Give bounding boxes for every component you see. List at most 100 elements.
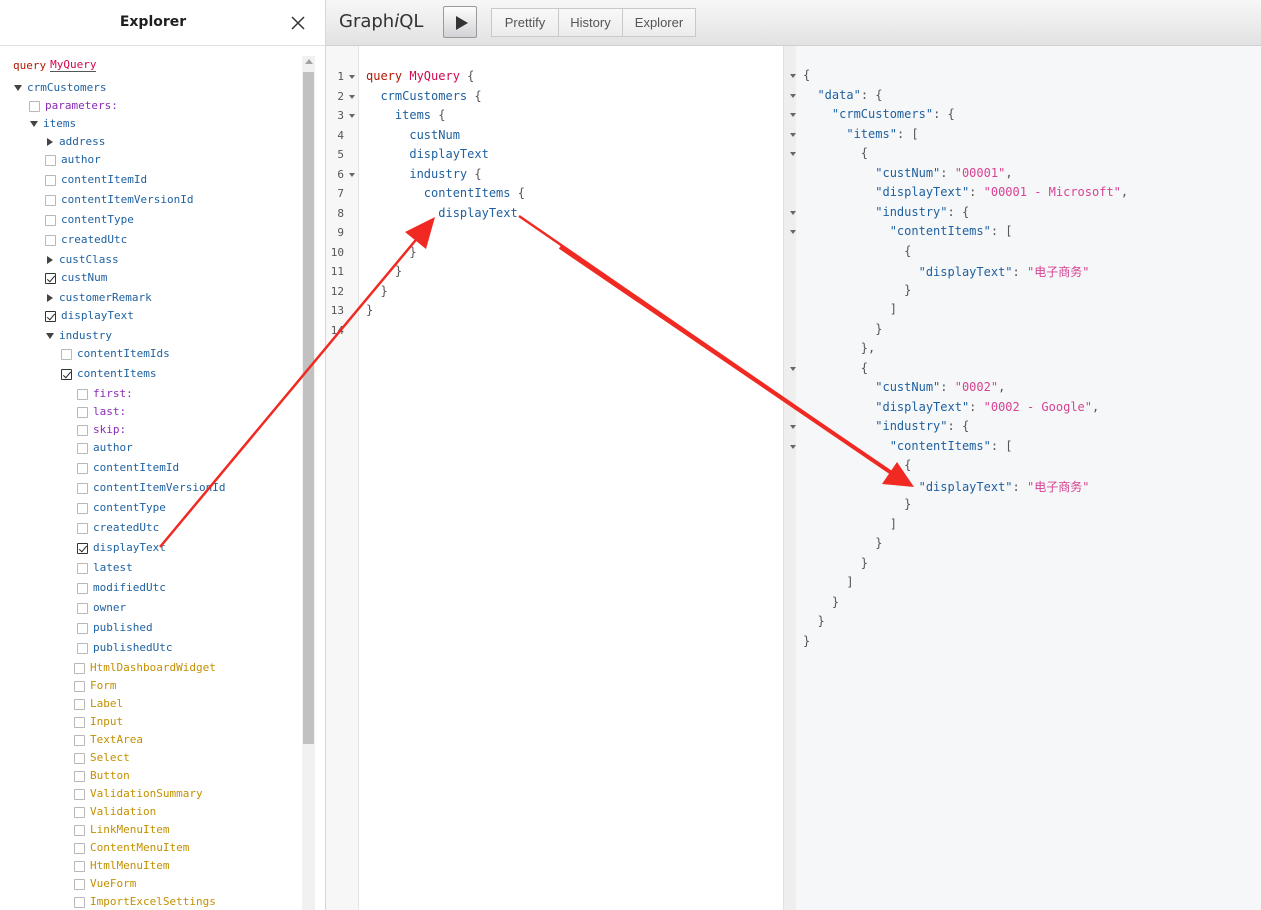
tree-item-input[interactable]: Input <box>74 713 123 731</box>
checkbox[interactable] <box>74 770 85 782</box>
tree-item-validation[interactable]: Validation <box>74 803 156 821</box>
history-button[interactable]: History <box>558 8 623 37</box>
explorer-button[interactable]: Explorer <box>622 8 696 37</box>
query-name-input[interactable]: MyQuery <box>50 58 97 72</box>
checkbox[interactable] <box>74 842 85 854</box>
code-line[interactable]: custNum <box>366 128 460 142</box>
result-viewer[interactable]: { "data": { "crmCustomers": { "items": [… <box>784 46 1261 910</box>
expand-arrow-icon[interactable] <box>45 293 55 303</box>
tree-item-crmcustomers[interactable]: crmCustomers <box>13 79 106 97</box>
checkbox[interactable] <box>77 406 88 418</box>
checkbox[interactable] <box>74 806 85 818</box>
tree-item-last[interactable]: last: <box>77 403 126 421</box>
collapse-arrow-icon[interactable] <box>13 83 23 93</box>
execute-query-button[interactable] <box>443 6 477 38</box>
expand-arrow-icon[interactable] <box>45 137 55 147</box>
code-line[interactable]: displayText <box>366 147 488 161</box>
scroll-up-arrow-icon[interactable] <box>305 59 313 64</box>
fold-arrow-icon[interactable] <box>790 366 796 371</box>
code-line[interactable]: } <box>366 303 373 317</box>
tree-item-contentitemversionid[interactable]: contentItemVersionId <box>77 479 225 497</box>
tree-item-htmldashboardwidget[interactable]: HtmlDashboardWidget <box>74 659 216 677</box>
tree-item-textarea[interactable]: TextArea <box>74 731 143 749</box>
tree-item-vueform[interactable]: VueForm <box>74 875 136 893</box>
tree-item-select[interactable]: Select <box>74 749 130 767</box>
fold-arrow-icon[interactable] <box>790 93 796 98</box>
checkbox[interactable] <box>74 698 85 710</box>
tree-item-displaytext[interactable]: displayText <box>45 307 134 325</box>
checkbox[interactable] <box>74 662 85 674</box>
tree-item-button[interactable]: Button <box>74 767 130 785</box>
checkbox[interactable] <box>77 522 88 534</box>
tree-item-importexcelsettings[interactable]: ImportExcelSettings <box>74 893 216 910</box>
tree-item-contenttype[interactable]: contentType <box>45 211 134 229</box>
tree-item-createdutc[interactable]: createdUtc <box>45 231 127 249</box>
query-editor[interactable]: 1 2 3 4 5 6 7 8 9 10 11 12 13 14 query MyQuery { crmC… <box>326 46 784 910</box>
checkbox[interactable] <box>74 680 85 692</box>
checkbox[interactable] <box>77 602 88 614</box>
checkbox[interactable] <box>45 174 56 186</box>
checkbox[interactable] <box>74 860 85 872</box>
checkbox[interactable] <box>77 388 88 400</box>
checkbox[interactable] <box>77 562 88 574</box>
tree-item-published[interactable]: published <box>77 619 153 637</box>
checkbox[interactable] <box>77 442 88 454</box>
checkbox[interactable] <box>77 482 88 494</box>
tree-item-contentmenuitem[interactable]: ContentMenuItem <box>74 839 189 857</box>
tree-item-skip[interactable]: skip: <box>77 421 126 439</box>
tree-item-contenttype[interactable]: contentType <box>77 499 166 517</box>
tree-item-items[interactable]: items <box>29 115 76 133</box>
checkbox[interactable] <box>45 234 56 246</box>
fold-arrow-icon[interactable] <box>349 75 355 79</box>
tree-item-customerremark[interactable]: customerRemark <box>45 289 152 307</box>
tree-item-publishedutc[interactable]: publishedUtc <box>77 639 172 657</box>
tree-item-validationsummary[interactable]: ValidationSummary <box>74 785 203 803</box>
tree-item-modifiedutc[interactable]: modifiedUtc <box>77 579 166 597</box>
checkbox[interactable] <box>45 310 56 322</box>
checkbox[interactable] <box>77 582 88 594</box>
prettify-button[interactable]: Prettify <box>491 8 559 37</box>
code-line[interactable]: } <box>366 264 402 278</box>
fold-arrow-icon[interactable] <box>349 94 355 99</box>
code-line[interactable]: query MyQuery { <box>366 69 474 83</box>
checkbox[interactable] <box>77 542 88 554</box>
checkbox[interactable] <box>77 502 88 514</box>
fold-arrow-icon[interactable] <box>790 113 796 117</box>
code-line[interactable]: crmCustomers { <box>366 89 481 103</box>
fold-arrow-icon[interactable] <box>790 152 796 156</box>
tree-item-contentitemid[interactable]: contentItemId <box>77 459 179 477</box>
checkbox[interactable] <box>74 896 85 908</box>
tree-item-label[interactable]: Label <box>74 695 123 713</box>
expand-arrow-icon[interactable] <box>45 255 55 265</box>
code-line[interactable]: displayText <box>366 206 517 220</box>
tree-item-industry[interactable]: industry <box>45 327 112 345</box>
checkbox[interactable] <box>74 752 85 764</box>
tree-item-custclass[interactable]: custClass <box>45 251 119 269</box>
tree-item-htmlmenuitem[interactable]: HtmlMenuItem <box>74 857 169 875</box>
explorer-scrollbar-thumb[interactable] <box>303 72 314 744</box>
code-line[interactable]: industry { <box>366 167 481 181</box>
code-line[interactable]: } <box>366 225 431 239</box>
checkbox[interactable] <box>61 348 72 360</box>
tree-item-displaytext[interactable]: displayText <box>77 539 166 557</box>
tree-item-contentitemids[interactable]: contentItemIds <box>61 345 170 363</box>
tree-item-author[interactable]: author <box>45 151 101 169</box>
tree-item-contentitemid[interactable]: contentItemId <box>45 171 147 189</box>
checkbox[interactable] <box>29 100 40 112</box>
tree-item-form[interactable]: Form <box>74 677 117 695</box>
code-line[interactable]: contentItems { <box>366 186 525 200</box>
tree-item-linkmenuitem[interactable]: LinkMenuItem <box>74 821 169 839</box>
fold-arrow-icon[interactable] <box>790 425 796 429</box>
fold-arrow-icon[interactable] <box>790 210 796 215</box>
checkbox[interactable] <box>74 734 85 746</box>
code-line[interactable]: items { <box>366 108 446 122</box>
fold-arrow-icon[interactable] <box>349 114 355 118</box>
code-line[interactable]: } <box>366 284 387 298</box>
collapse-arrow-icon[interactable] <box>45 331 55 341</box>
fold-arrow-icon[interactable] <box>790 132 796 137</box>
tree-item-contentitems[interactable]: contentItems <box>61 365 156 383</box>
tree-item-address[interactable]: address <box>45 133 105 151</box>
tree-item-contentitemversionid[interactable]: contentItemVersionId <box>45 191 193 209</box>
tree-item-parameters[interactable]: parameters: <box>29 97 118 115</box>
tree-item-owner[interactable]: owner <box>77 599 126 617</box>
